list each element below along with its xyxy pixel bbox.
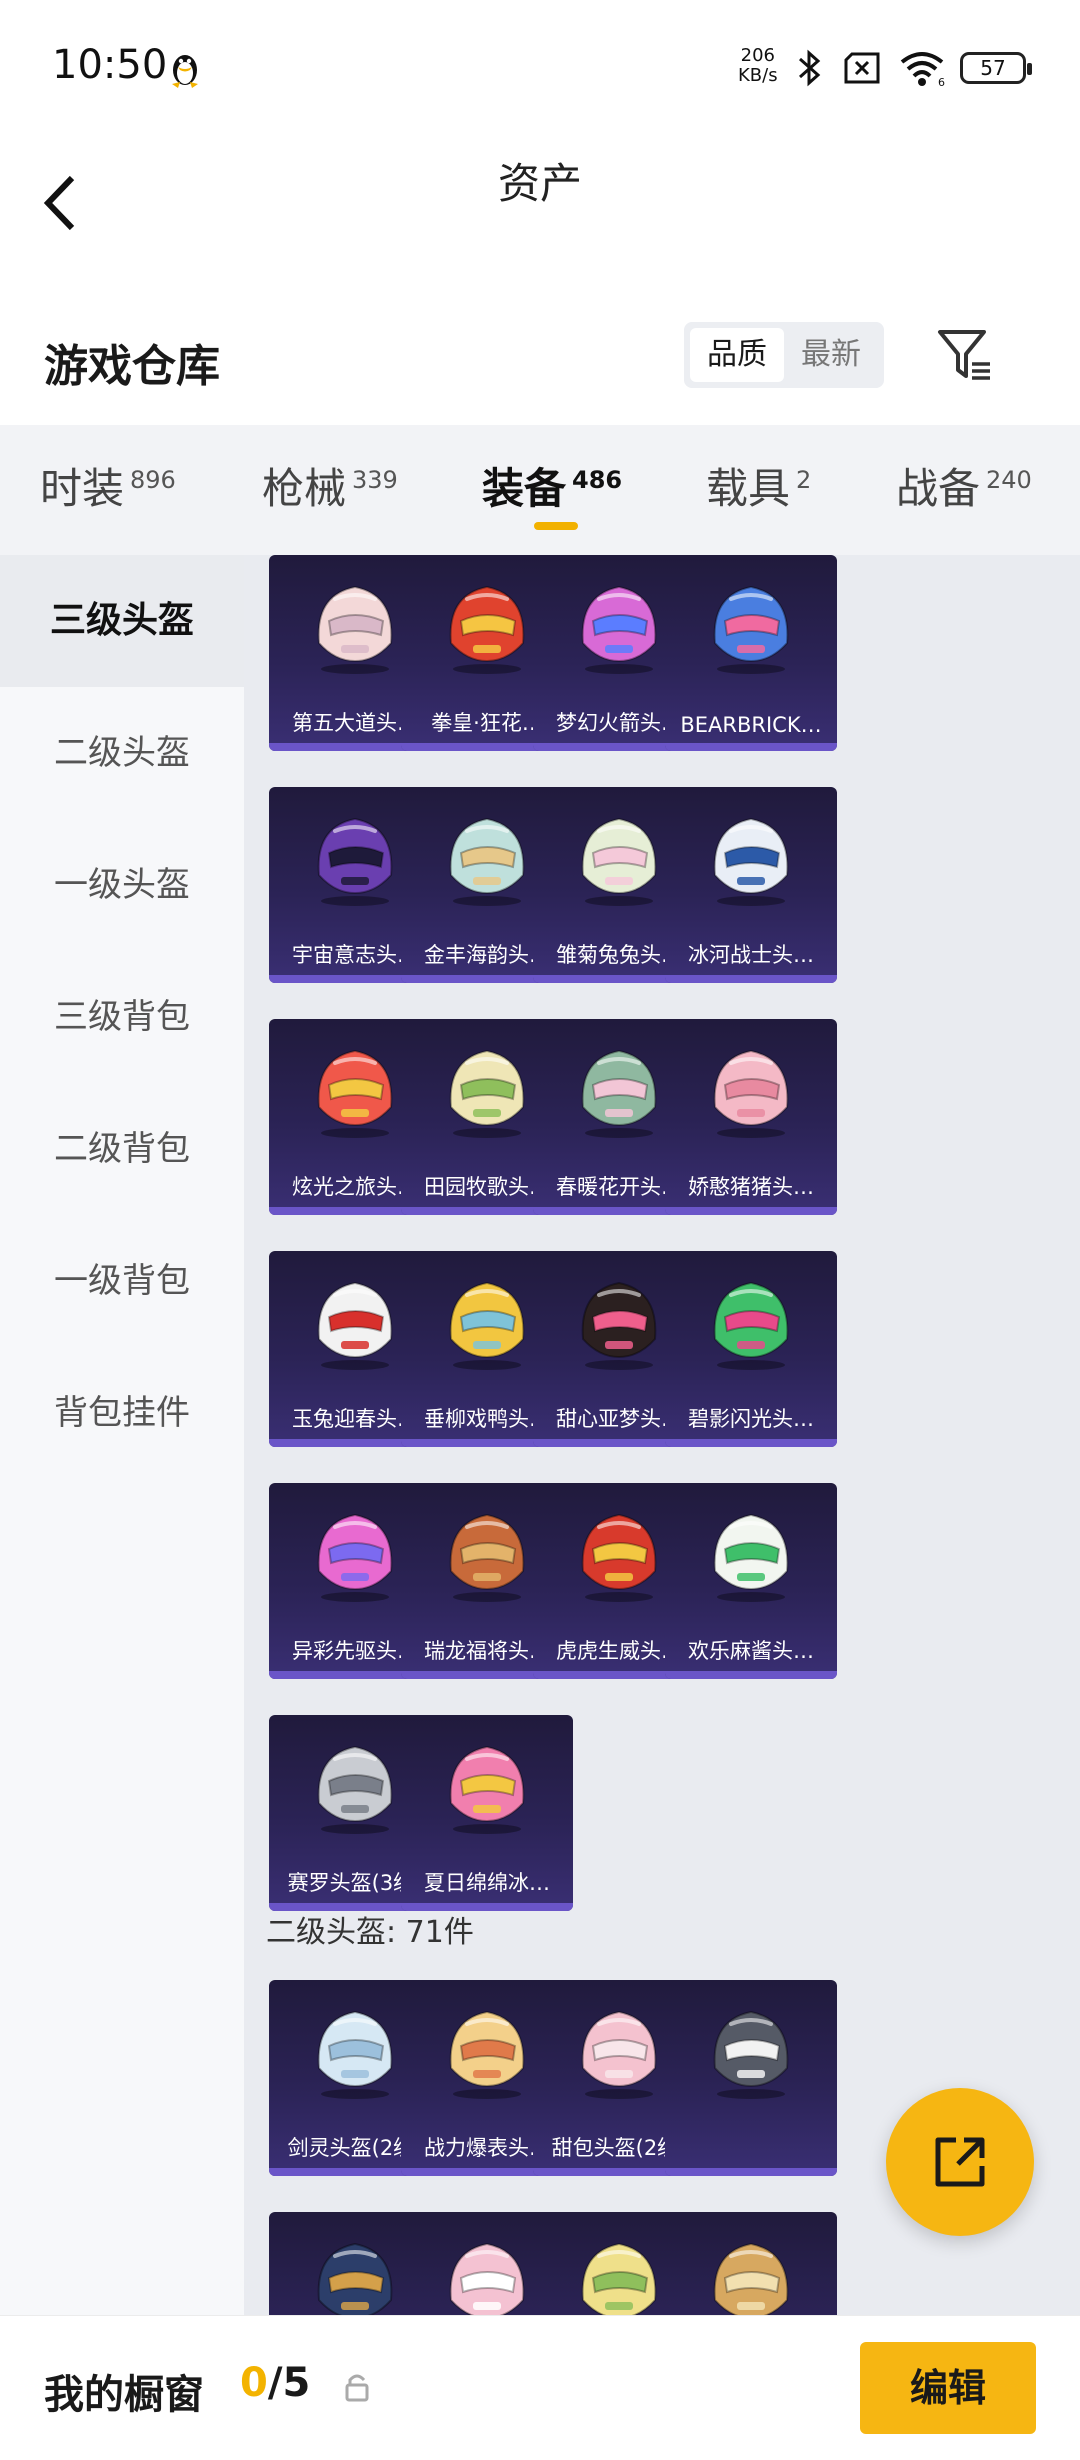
helmet-icon [713,817,789,906]
helmet-icon [449,1745,525,1834]
helmet-icon [581,2242,657,2315]
item-card[interactable] [665,2212,837,2315]
sidebar-item-level1-backpack[interactable]: 一级背包 [0,1215,244,1347]
helmet-icon [317,2010,393,2099]
helmet-icon [581,1281,657,1370]
sidebar-item-level1-helmet[interactable]: 一级头盔 [0,819,244,951]
helmet-icon [581,1049,657,1138]
helmet-icon [581,817,657,906]
active-tab-indicator [534,522,578,530]
helmet-icon [449,817,525,906]
sidebar: 三级头盔 二级头盔 一级头盔 三级背包 二级背包 一级背包 背包挂件 [0,555,244,2315]
helmet-icon [713,2242,789,2315]
filter-icon[interactable] [934,324,994,384]
sidebar-item-level2-backpack[interactable]: 二级背包 [0,1083,244,1215]
tab-weapons[interactable]: 枪械 339 [262,455,398,535]
helmet-icon [449,2010,525,2099]
share-export-icon [935,2137,985,2187]
helmet-icon [317,2242,393,2315]
qq-penguin-icon [172,55,198,88]
helmet-icon [449,2242,525,2315]
item-name: 碧影闪光头… [688,1407,814,1431]
item-name: 冰河战士头… [688,943,814,967]
sidebar-item-level3-backpack[interactable]: 三级背包 [0,951,244,1083]
item-grid: 第五大道头… 拳皇·狂花… 梦幻火箭头… BEARBRICK… 宇宙意志头… 金丰海韵头…… [244,555,1080,2315]
helmet-icon [581,585,657,674]
svg-text:6: 6 [938,76,945,88]
status-bar: 10:50 206 KB/s 6 57 [0,0,1080,140]
lock-icon [345,2374,369,2402]
helmet-icon [317,1281,393,1370]
status-time: 10:50 [52,42,168,88]
bluetooth-icon [799,49,821,87]
helmet-icon [581,1513,657,1602]
helmet-icon [449,1513,525,1602]
item-card[interactable]: 夏日绵绵冰… [401,1715,573,1911]
item-card[interactable]: 娇憨猪猪头… [665,1019,837,1215]
helmet-icon [449,585,525,674]
item-card[interactable] [665,1980,837,2176]
helmet-icon [449,1049,525,1138]
helmet-icon [713,1049,789,1138]
wifi-icon: 6 [900,52,945,88]
tab-fashion[interactable]: 时装 896 [40,455,176,535]
showcase-count: 0/5 [240,2360,311,2406]
sidebar-item-level3-helmet[interactable]: 三级头盔 [0,555,244,687]
item-card[interactable]: 欢乐麻酱头… [665,1483,837,1679]
helmet-icon [713,2010,789,2099]
battery-indicator: 57 [960,52,1032,84]
tab-vehicles[interactable]: 载具 2 [706,455,811,535]
page-title: 资产 [497,159,582,208]
item-name: 娇憨猪猪头… [688,1175,814,1199]
sidebar-item-backpack-charm[interactable]: 背包挂件 [0,1347,244,1479]
helmet-icon [317,1513,393,1602]
sort-toggle: 品质 最新 [684,322,884,388]
helmet-icon [317,1049,393,1138]
helmet-icon [449,1281,525,1370]
section-title-level2-helmet: 二级头盔: 71件 [266,1915,474,1950]
item-card[interactable]: 冰河战士头… [665,787,837,983]
share-fab-button[interactable] [886,2088,1034,2236]
no-sim-icon [844,52,880,84]
sort-quality-button[interactable]: 品质 [690,328,784,382]
showcase-title: 我的橱窗 [44,2372,204,2418]
edit-button[interactable]: 编辑 [860,2342,1036,2434]
helmet-icon [317,1745,393,1834]
sidebar-item-level2-helmet[interactable]: 二级头盔 [0,687,244,819]
warehouse-header: 游戏仓库 品质 最新 [0,280,1080,425]
helmet-icon [581,2010,657,2099]
helmet-icon [713,585,789,674]
helmet-icon [713,1513,789,1602]
helmet-icon [317,585,393,674]
item-card[interactable]: 碧影闪光头… [665,1251,837,1447]
item-name: BEARBRICK… [680,713,822,737]
item-card[interactable]: BEARBRICK… [665,555,837,751]
helmet-icon [317,817,393,906]
tab-supplies[interactable]: 战备 240 [896,455,1032,535]
sort-newest-button[interactable]: 最新 [784,328,878,382]
item-name: 欢乐麻酱头… [688,1639,814,1663]
category-tabs: 时装 896 枪械 339 装备 486 载具 2 战备 240 [0,425,1080,555]
network-speed: 206 KB/s [738,45,778,86]
warehouse-title: 游戏仓库 [44,341,220,392]
showcase-bar: 我的橱窗 0/5 编辑 [0,2315,1080,2460]
item-name: 夏日绵绵冰… [424,1871,550,1895]
helmet-icon [713,1281,789,1370]
